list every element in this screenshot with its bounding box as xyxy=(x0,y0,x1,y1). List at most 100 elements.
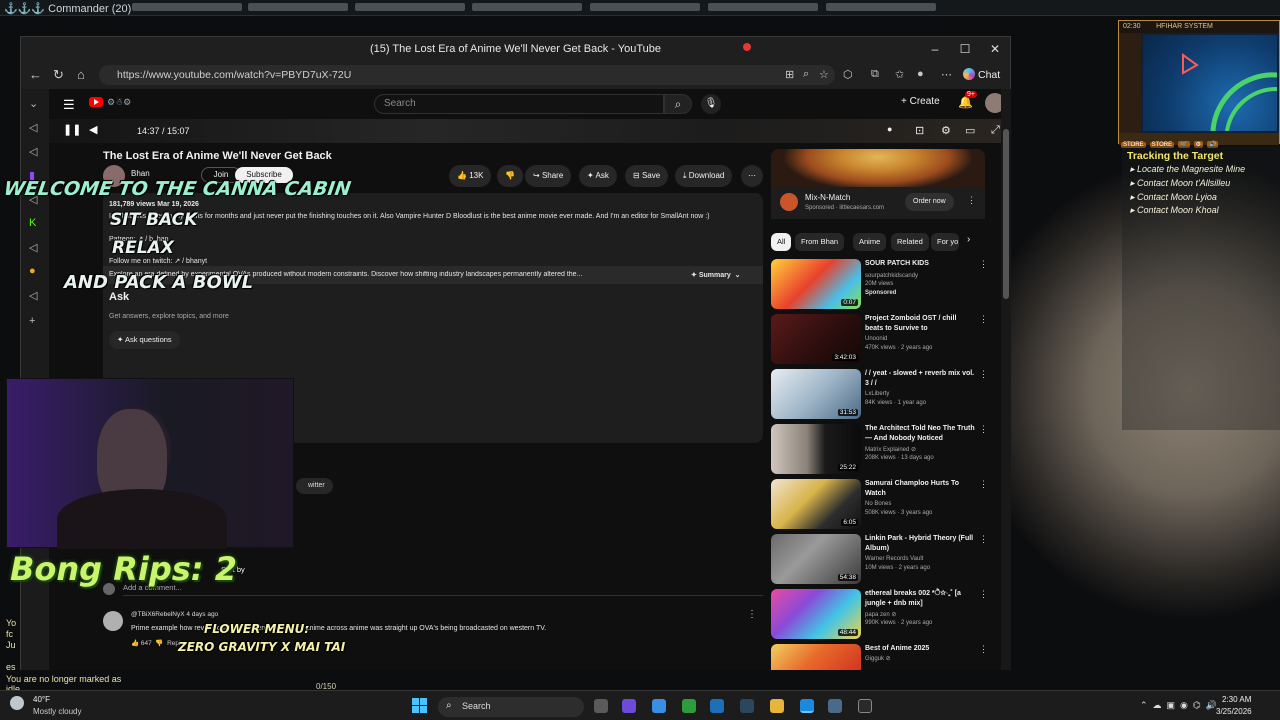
video-menu-icon[interactable]: ⋮ xyxy=(979,314,988,325)
split-screen-icon[interactable]: ⧉ xyxy=(871,68,879,81)
game-minimap[interactable]: 02:30 HFIHAR SYSTEM STORE STORE 🛒 ⚙ 🔊 xyxy=(1118,20,1280,148)
search-icon[interactable]: ⌕ xyxy=(664,94,692,114)
video-title[interactable]: Samurai Champloo Hurts To Watch xyxy=(865,479,975,499)
pause-icon[interactable]: ❚❚ xyxy=(63,123,81,136)
miniplayer-icon[interactable]: ▭ xyxy=(965,124,975,137)
recommended-video[interactable]: 3:42:03 Project Zomboid OST / chill beat… xyxy=(771,314,988,366)
favorites-icon[interactable]: ✩ xyxy=(895,68,904,81)
video-title[interactable]: Best of Anime 2025 xyxy=(865,644,975,654)
ad-menu-icon[interactable]: ⋮ xyxy=(967,195,976,206)
recommended-video[interactable]: 48:44 ethereal breaks 002 *ੈ✩‧₊˚ [a jung… xyxy=(771,589,988,641)
kick-icon[interactable]: K xyxy=(29,217,36,229)
ask-questions-button[interactable]: ✦ Ask questions xyxy=(109,331,180,349)
minimap-view[interactable] xyxy=(1143,35,1278,132)
dislike-button[interactable]: 👎 xyxy=(497,165,523,187)
favorite-star-icon[interactable]: ☆ xyxy=(819,68,829,81)
share-button[interactable]: ↪ Share xyxy=(525,165,572,187)
video-channel[interactable]: Unoonid xyxy=(865,336,887,342)
captions-icon[interactable]: ⊡ xyxy=(915,124,924,137)
youtube-doodle[interactable]: ⚙☃⚙ xyxy=(107,97,131,108)
video-menu-icon[interactable]: ⋮ xyxy=(979,589,988,600)
speaker-muted-icon[interactable]: ◁ xyxy=(29,121,37,134)
photos-icon[interactable] xyxy=(828,699,842,713)
youtube-logo-icon[interactable] xyxy=(89,97,103,107)
video-thumbnail[interactable] xyxy=(771,644,861,670)
video-title[interactable]: / / yeat - slowed + reverb mix vol. 3 / … xyxy=(865,369,975,389)
quest-item[interactable]: ▸ Contact Moon t'Allsilleu xyxy=(1130,178,1230,189)
recommended-video[interactable]: 0:07 SOUR PATCH KIDS sourpatchkidscandy … xyxy=(771,259,988,311)
order-now-button[interactable]: Order now xyxy=(905,193,954,211)
profile-icon[interactable]: ● xyxy=(917,68,924,80)
video-channel[interactable]: papa zen ⊘ xyxy=(865,611,896,618)
windows-start-icon[interactable] xyxy=(412,698,428,714)
video-channel[interactable]: Warner Records Vault xyxy=(865,556,923,562)
chevron-right-icon[interactable]: › xyxy=(967,234,970,245)
video-thumbnail[interactable]: 54:38 xyxy=(771,534,861,584)
home-icon[interactable]: ⌂ xyxy=(77,67,85,82)
chip-for-you[interactable]: For yo xyxy=(931,233,959,251)
chip-anime[interactable]: Anime xyxy=(853,233,887,251)
refresh-icon[interactable]: ↻ xyxy=(53,67,64,83)
chevron-down-icon[interactable]: ⌄ xyxy=(29,97,38,110)
teams-icon[interactable] xyxy=(622,699,636,713)
quest-item[interactable]: ▸ Contact Moon Khoal xyxy=(1130,205,1219,216)
commenter-avatar[interactable] xyxy=(103,611,123,631)
system-tray[interactable]: ⌃ ☁ ▣ ◉ ⌬ 🔊 xyxy=(1140,700,1217,711)
chip-from-channel[interactable]: From Bhan xyxy=(795,233,845,251)
task-view-icon[interactable] xyxy=(594,699,608,713)
steam-icon[interactable] xyxy=(740,699,754,713)
edge-icon[interactable] xyxy=(800,699,814,713)
speaker-icon[interactable]: ◁ xyxy=(29,241,37,254)
video-channel[interactable]: sourpatchkidscandy xyxy=(865,273,918,279)
minimize-button[interactable]: – xyxy=(925,41,945,57)
maximize-button[interactable]: ☐ xyxy=(955,41,975,57)
copilot-chat-button[interactable]: Chat xyxy=(963,66,1007,84)
more-actions-button[interactable]: ⋯ xyxy=(741,165,763,187)
settings-gear-icon[interactable]: ⚙ xyxy=(941,124,951,137)
store-icon[interactable] xyxy=(710,699,724,713)
extensions-icon[interactable]: ⬡ xyxy=(843,68,853,81)
video-channel[interactable]: Matrix Explained ⊘ xyxy=(865,446,916,453)
clock-date[interactable]: 3/25/2026 xyxy=(1216,707,1252,716)
video-thumbnail[interactable]: 25:22 xyxy=(771,424,861,474)
video-menu-icon[interactable]: ⋮ xyxy=(979,479,988,490)
quest-item[interactable]: ▸ Locate the Magnesite Mine xyxy=(1130,164,1245,175)
video-thumbnail[interactable]: 0:07 xyxy=(771,259,861,309)
video-title[interactable]: Linkin Park - Hybrid Theory (Full Album) xyxy=(865,534,975,554)
url-field[interactable]: https://www.youtube.com/watch?v=PBYD7uX-… xyxy=(99,65,835,85)
video-menu-icon[interactable]: ⋮ xyxy=(979,534,988,545)
ad-title[interactable]: Mix-N-Match xyxy=(805,193,850,202)
video-thumbnail[interactable]: 31:53 xyxy=(771,369,861,419)
like-button[interactable]: 👍 13K xyxy=(449,165,492,187)
quest-item[interactable]: ▸ Contact Moon Lyioa xyxy=(1130,192,1217,203)
file-explorer-icon[interactable] xyxy=(770,699,784,713)
copilot-icon[interactable] xyxy=(652,699,666,713)
weather-temp[interactable]: 40°F xyxy=(33,695,50,704)
window-titlebar[interactable]: (15) The Lost Era of Anime We'll Never G… xyxy=(21,37,1010,61)
video-thumbnail[interactable]: 3:42:03 xyxy=(771,314,861,364)
scrollbar-thumb[interactable] xyxy=(1003,129,1009,299)
page-scrollbar[interactable] xyxy=(1001,89,1011,670)
add-icon[interactable]: + xyxy=(29,315,35,327)
app-icon[interactable]: ● xyxy=(29,265,36,277)
comment-author[interactable]: @TBiX6RebelNyX 4 days ago xyxy=(131,611,218,618)
twitch-link[interactable]: Follow me on twitch: ↗ / bhanyt xyxy=(109,257,207,265)
video-menu-icon[interactable]: ⋮ xyxy=(979,424,988,435)
clock-time[interactable]: 2:30 AM xyxy=(1222,695,1251,704)
video-channel[interactable]: LxLiberty xyxy=(865,391,889,397)
minimap-side-buttons[interactable] xyxy=(1119,33,1141,133)
search-input[interactable]: Search xyxy=(374,94,664,114)
back-icon[interactable]: ← xyxy=(29,67,42,82)
account-avatar[interactable] xyxy=(985,93,1001,113)
recommended-video[interactable]: 6:05 Samurai Champloo Hurts To Watch No … xyxy=(771,479,988,531)
autoplay-toggle[interactable]: ● xyxy=(887,124,892,134)
app-icon[interactable] xyxy=(858,699,872,713)
recommended-video[interactable]: Best of Anime 2025 Gigguk ⊘ ⋮ xyxy=(771,644,988,670)
weather-desc[interactable]: Mostly cloudy xyxy=(33,707,81,716)
video-title[interactable]: SOUR PATCH KIDS xyxy=(865,259,975,269)
video-thumbnail[interactable]: 6:05 xyxy=(771,479,861,529)
xbox-icon[interactable] xyxy=(682,699,696,713)
taskbar-search[interactable]: ⌕ Search xyxy=(438,697,584,717)
video-thumbnail[interactable]: 48:44 xyxy=(771,589,861,639)
speaker-icon[interactable]: ◁ xyxy=(29,145,37,158)
